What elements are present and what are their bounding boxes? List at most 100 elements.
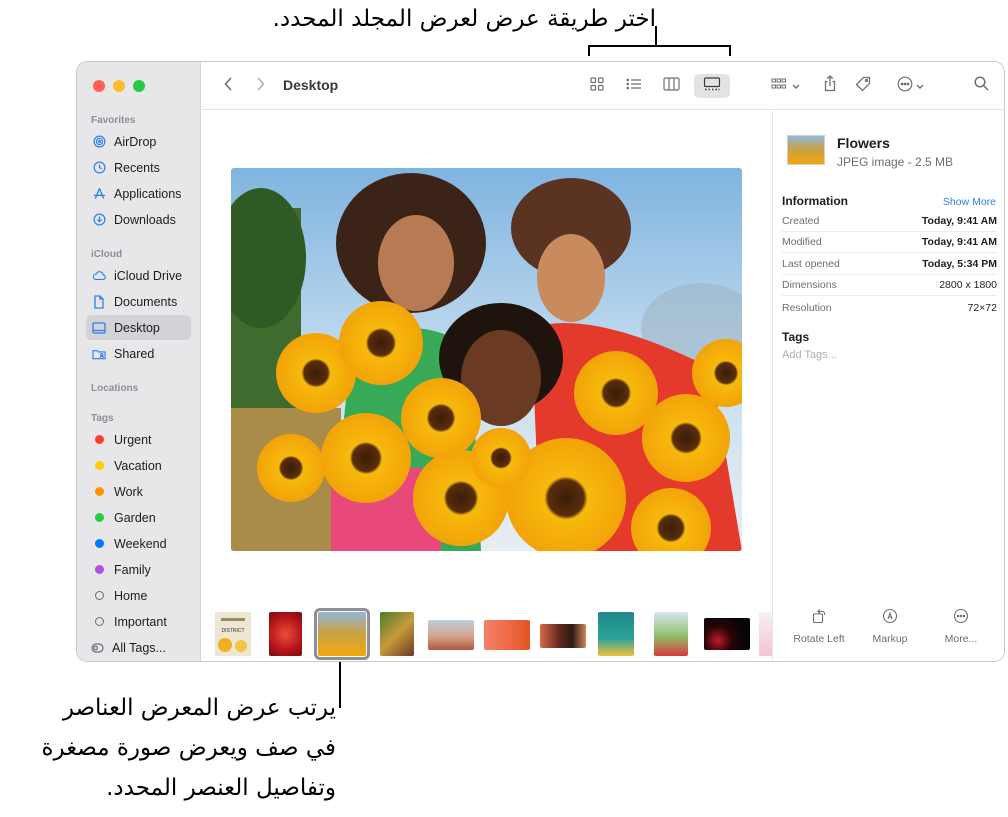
gallery-area: DISTRICT — [202, 111, 772, 661]
tag-button[interactable] — [853, 74, 873, 98]
callout-line-1: يرتب عرض المعرض العناصر — [62, 695, 336, 721]
tag-color-icon — [95, 565, 104, 574]
ellipsis-circle-icon — [953, 608, 969, 633]
back-button[interactable] — [220, 74, 236, 98]
info-row-last-opened: Last opened Today, 5:34 PM — [782, 254, 997, 275]
list-view-button[interactable] — [622, 74, 646, 98]
close-button[interactable] — [93, 80, 105, 92]
markup-button[interactable]: Markup — [852, 608, 928, 645]
sidebar-item-label: Important — [114, 614, 167, 629]
sidebar-section-tags: Tags — [91, 413, 114, 424]
sidebar-item-label: Work — [114, 484, 143, 499]
thumbnail-district[interactable]: DISTRICT — [215, 612, 251, 656]
all-tags-icon — [90, 641, 104, 655]
sidebar-item-recents[interactable]: Recents — [86, 155, 191, 180]
sidebar-item-desktop[interactable]: Desktop — [86, 315, 191, 340]
document-icon — [92, 294, 106, 309]
sidebar-tag-home[interactable]: Home — [86, 583, 191, 608]
thumbnail-field[interactable] — [654, 612, 688, 656]
grid-icon — [590, 76, 604, 96]
search-button[interactable] — [971, 74, 991, 98]
group-grid-icon — [771, 77, 789, 95]
chevron-right-icon — [256, 76, 265, 96]
callout-bracket-right — [729, 45, 731, 56]
action-button[interactable] — [892, 74, 928, 98]
chevron-down-icon — [792, 77, 800, 95]
ellipsis-circle-icon — [897, 76, 913, 97]
gallery-thumbnail-strip: DISTRICT — [202, 606, 772, 661]
sidebar-item-label: Urgent — [114, 432, 152, 447]
action-label: Rotate Left — [793, 633, 845, 645]
sidebar-item-documents[interactable]: Documents — [86, 289, 191, 314]
thumbnail-food[interactable] — [484, 620, 530, 650]
sidebar-item-icloud-drive[interactable]: iCloud Drive — [86, 263, 191, 288]
more-actions-button[interactable]: More... — [923, 608, 999, 645]
thumbnail-portrait[interactable] — [380, 612, 414, 656]
thumbnail-red-flower[interactable] — [269, 612, 302, 656]
sidebar-tag-family[interactable]: Family — [86, 557, 191, 582]
callout-leader-top — [655, 26, 657, 46]
minimize-button[interactable] — [113, 80, 125, 92]
sidebar-item-airdrop[interactable]: AirDrop — [86, 129, 191, 154]
desktop-icon — [92, 321, 106, 335]
sidebar-item-label: Garden — [114, 510, 156, 525]
sidebar-item-label: Recents — [114, 160, 160, 175]
tag-color-icon — [95, 513, 104, 522]
sidebar-tag-urgent[interactable]: Urgent — [86, 427, 191, 452]
file-kind: JPEG image - 2.5 MB — [837, 155, 954, 169]
info-key: Created — [782, 215, 820, 227]
tag-color-icon — [95, 487, 104, 496]
sidebar-section-favorites: Favorites — [91, 115, 136, 126]
tag-empty-icon — [95, 591, 104, 600]
share-button[interactable] — [820, 74, 840, 98]
icon-view-button[interactable] — [585, 74, 609, 98]
thumbnail-stage[interactable] — [540, 624, 586, 648]
sidebar-tag-work[interactable]: Work — [86, 479, 191, 504]
sidebar-tag-important[interactable]: Important — [86, 609, 191, 634]
image-preview[interactable] — [231, 168, 742, 551]
thumbnail-dark[interactable] — [704, 618, 750, 650]
callout-leader-bottom — [339, 658, 341, 708]
group-button[interactable] — [767, 74, 803, 98]
flowers-photo-icon — [231, 168, 742, 551]
poster-thumbnail-icon: DISTRICT — [215, 612, 251, 656]
list-icon — [626, 77, 642, 95]
info-row-created: Created Today, 9:41 AM — [782, 211, 997, 232]
window-title: Desktop — [283, 77, 339, 93]
column-view-button[interactable] — [659, 74, 683, 98]
info-row-dimensions: Dimensions 2800 x 1800 — [782, 275, 997, 296]
sidebar-item-applications[interactable]: Applications — [86, 181, 191, 206]
markup-icon — [882, 608, 898, 633]
thumbnail-track[interactable] — [428, 620, 474, 650]
rotate-left-button[interactable]: Rotate Left — [781, 608, 857, 645]
forward-button[interactable] — [252, 74, 268, 98]
thumbnail-flowers-selected[interactable] — [314, 608, 370, 660]
file-name: Flowers — [837, 135, 890, 151]
sidebar-section-locations: Locations — [91, 383, 139, 394]
sidebar-tag-weekend[interactable]: Weekend — [86, 531, 191, 556]
sidebar-all-tags[interactable]: All Tags... — [86, 635, 191, 660]
sidebar-item-label: iCloud Drive — [114, 268, 183, 283]
sidebar: Favorites AirDrop Recents Applications D… — [77, 62, 201, 661]
gallery-view-button[interactable] — [694, 74, 730, 98]
action-label: More... — [944, 633, 978, 645]
window-controls — [93, 80, 145, 92]
zoom-button[interactable] — [133, 80, 145, 92]
thumbnail-document-teal[interactable] — [598, 612, 634, 656]
sidebar-tag-garden[interactable]: Garden — [86, 505, 191, 530]
show-more-link[interactable]: Show More — [943, 196, 996, 208]
columns-icon — [662, 76, 680, 96]
add-tags-field[interactable]: Add Tags... — [782, 349, 837, 361]
tag-color-icon — [95, 435, 104, 444]
tag-color-icon — [95, 461, 104, 470]
search-icon — [973, 76, 989, 96]
sidebar-tag-vacation[interactable]: Vacation — [86, 453, 191, 478]
action-label: Markup — [872, 633, 908, 645]
sidebar-item-downloads[interactable]: Downloads — [86, 207, 191, 232]
sidebar-item-shared[interactable]: Shared — [86, 341, 191, 366]
sidebar-item-label: Documents — [114, 294, 178, 309]
callout-gallery-description: يرتب عرض المعرض العناصر في صف ويعرض صورة… — [0, 688, 336, 808]
rotate-left-icon — [811, 608, 827, 633]
callout-bracket-left — [588, 45, 590, 56]
thumbnail-partial[interactable] — [759, 612, 772, 656]
